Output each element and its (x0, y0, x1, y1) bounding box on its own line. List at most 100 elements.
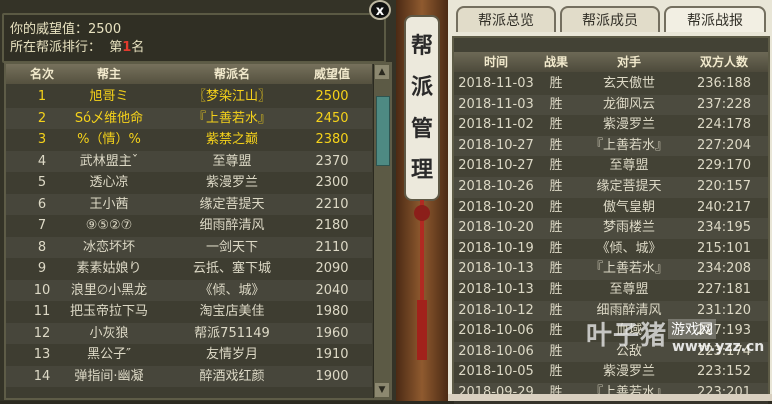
battle-table-header: 时间 战果 对手 双方人数 (454, 52, 768, 72)
table-row[interactable]: 2 Só乄维他命 『上善若水』 2450 (6, 107, 372, 129)
count-cell: 229:170 (696, 158, 751, 174)
table-row[interactable]: 2018-10-20 胜 傲气皇朝 240:217 (454, 198, 768, 219)
guild-cell: 友情岁月 (205, 347, 258, 362)
leader-cell: 把玉帝拉下马 (69, 304, 148, 319)
guild-ranking-panel: 你的威望值：2500 所在帮派排行： 第1名 名次 帮主 帮派名 威望值 1 旭哥… (0, 0, 396, 401)
table-row[interactable]: 6 王小茜 缘定菩提天 2210 (6, 193, 372, 215)
table-row[interactable]: 12 小灰狼 帮派751149 1960 (6, 322, 372, 344)
col-score[interactable]: 威望值 (292, 64, 372, 84)
score-cell: 2450 (315, 110, 349, 126)
count-cell: 234:195 (696, 220, 751, 236)
time-cell: 2018-10-06 (458, 323, 534, 339)
prestige-info-box: 你的威望值：2500 所在帮派排行： 第1名 (2, 13, 386, 63)
title-char: 理 (410, 157, 433, 184)
time-cell: 2018-10-05 (458, 364, 534, 380)
time-cell: 2018-11-03 (458, 76, 534, 91)
table-row[interactable]: 2018-11-03 胜 玄天傲世 236:188 (454, 74, 768, 95)
table-row[interactable]: 2018-10-20 胜 梦雨楼兰 234:195 (454, 218, 768, 239)
time-cell: 2018-11-02 (458, 117, 534, 133)
time-cell: 2018-11-03 (458, 96, 534, 112)
rank-suffix: 名 (131, 40, 145, 55)
score-cell: 1960 (315, 325, 349, 341)
title-char: 派 (410, 74, 433, 101)
result-cell: 胜 (549, 323, 563, 339)
table-row[interactable]: 2018-10-13 胜 『上善若水』 234:208 (454, 259, 768, 280)
table-row[interactable]: 2018-10-13 胜 至尊盟 227:181 (454, 280, 768, 301)
rank-line: 所在帮派排行： 第1名 (10, 39, 144, 57)
table-row[interactable]: 8 冰恋坏坏 一剑天下 2110 (6, 236, 372, 258)
col-time[interactable]: 时间 (454, 52, 538, 72)
table-row[interactable]: 2018-10-19 胜 《倾、城》 215:101 (454, 239, 768, 260)
score-cell: 2380 (315, 132, 349, 147)
rank-value: 1 (122, 40, 132, 55)
count-cell: 227:181 (696, 281, 751, 297)
table-row[interactable]: 13 黑公子″ 友情岁月 1910 (6, 344, 372, 366)
col-result[interactable]: 战果 (538, 52, 574, 72)
opponent-cell: 傲气皇朝 (602, 199, 655, 215)
guild-cell: 紫禁之巅 (205, 132, 258, 147)
table-row[interactable]: 2018-10-27 胜 至尊盟 229:170 (454, 156, 768, 177)
result-cell: 胜 (549, 199, 563, 215)
opponent-cell: 至尊盟 (609, 281, 649, 297)
watermark-sub: 游戏网 (668, 319, 716, 339)
watermark-main: 叶子猪 (586, 321, 668, 351)
count-cell: 240:217 (696, 199, 751, 215)
table-row[interactable]: 2018-11-03 胜 龙御风云 237:228 (454, 94, 768, 116)
table-row[interactable]: 1 旭哥ミ 〖梦染江山〗 2500 (6, 86, 372, 108)
guild-cell: 至尊盟 (212, 153, 252, 169)
opponent-cell: 紫漫罗兰 (602, 117, 655, 133)
col-count[interactable]: 双方人数 (682, 52, 766, 72)
result-cell: 胜 (549, 281, 563, 297)
time-cell: 2018-10-19 (458, 240, 534, 256)
tab-guild-overview[interactable]: 帮派总览 (456, 6, 556, 32)
table-row[interactable]: 2018-11-02 胜 紫漫罗兰 224:178 (454, 115, 768, 136)
time-cell: 2018-10-26 (458, 178, 534, 194)
prestige-label: 你的威望值： (10, 22, 89, 37)
tassel-icon (417, 300, 427, 360)
ranking-rows: 1 旭哥ミ 〖梦染江山〗 2500 2 Só乄维他命 『上善若水』 2450 3 %（情）% 紫禁之… (6, 86, 372, 387)
result-cell: 胜 (549, 220, 563, 236)
prestige-line: 你的威望值：2500 (10, 21, 121, 39)
count-cell: 223:152 (696, 364, 751, 380)
col-guild[interactable]: 帮派名 (172, 64, 292, 84)
leader-cell: ⑨⑤②⑦ (85, 218, 133, 233)
opponent-cell: 《倾、城》 (596, 240, 662, 256)
table-row[interactable]: 9 素素姑娘り 云抵、塞下城 2090 (6, 258, 372, 280)
result-cell: 胜 (549, 96, 563, 112)
table-row[interactable]: 14 弹指间·幽凝 醉酒戏红颜 1900 (6, 365, 372, 387)
guild-cell: 淘宝店美佳 (199, 304, 265, 319)
scroll-down-icon[interactable]: ▼ (375, 383, 389, 397)
table-row[interactable]: 2018-10-27 胜 『上善若水』 227:204 (454, 135, 768, 157)
time-cell: 2018-10-06 (458, 343, 534, 359)
tab-battle-report[interactable]: 帮派战报 (664, 6, 766, 32)
score-cell: 2210 (315, 196, 349, 212)
count-cell: 227:204 (696, 137, 751, 153)
col-opponent[interactable]: 对手 (574, 52, 684, 72)
table-row[interactable]: 2018-10-05 胜 紫漫罗兰 223:152 (454, 362, 768, 383)
leader-cell: 浪里∅小黑龙 (70, 282, 148, 298)
opponent-cell: 紫漫罗兰 (602, 364, 655, 380)
tab-guild-members[interactable]: 帮派成员 (560, 6, 660, 32)
table-row[interactable]: 10 浪里∅小黑龙 《倾、城》 2040 (6, 279, 372, 301)
scroll-up-icon[interactable]: ▲ (375, 65, 389, 79)
score-cell: 2370 (315, 153, 349, 169)
table-row[interactable]: 3 %（情）% 紫禁之巅 2380 (6, 129, 372, 151)
ranking-scrollbar[interactable]: ▲ ▼ (373, 64, 390, 398)
title-char: 管 (410, 115, 433, 142)
table-row[interactable]: 2018-10-26 胜 缘定菩提天 220:157 (454, 176, 768, 198)
col-leader[interactable]: 帮主 (46, 64, 172, 84)
table-row[interactable]: 5 透心凉 紫漫罗兰 2300 (6, 172, 372, 194)
guild-cell: 缘定菩提天 (199, 196, 265, 212)
table-row[interactable]: 7 ⑨⑤②⑦ 细雨醉清风 2180 (6, 215, 372, 237)
guild-management-title: 帮 派 管 理 (404, 15, 440, 201)
count-cell: 215:101 (696, 240, 751, 256)
leader-cell: 素素姑娘り (76, 261, 142, 276)
table-row[interactable]: 11 把玉帝拉下马 淘宝店美佳 1980 (6, 301, 372, 323)
opponent-cell: 龙御风云 (602, 96, 655, 112)
close-button[interactable]: x (369, 0, 391, 20)
ranking-table-header: 名次 帮主 帮派名 威望值 (6, 64, 372, 84)
opponent-cell: 『上善若水』 (589, 261, 668, 277)
scroll-thumb[interactable] (376, 96, 390, 166)
rank-prefix: 第 (109, 40, 123, 55)
table-row[interactable]: 4 武林盟主ˇ 至尊盟 2370 (6, 150, 372, 172)
